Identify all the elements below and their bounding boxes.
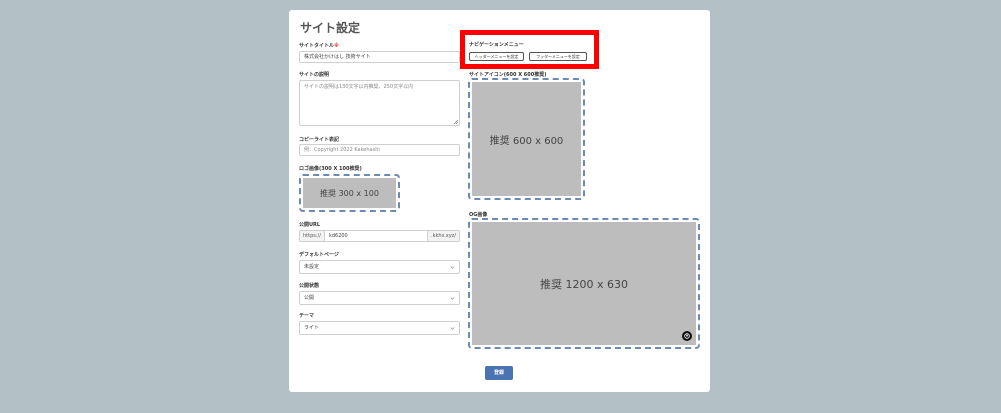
url-suffix: .kkhs.xyz/: [427, 231, 459, 241]
og-image-dropzone[interactable]: 推奨 1200 x 630: [468, 218, 700, 349]
logo-label: ロゴ画像(300 X 100推奨): [299, 166, 362, 172]
theme-value: ライト: [304, 325, 320, 331]
navigation-label: ナビゲーションメニュー: [469, 42, 524, 48]
logo-dropzone[interactable]: 推奨 300 x 100: [299, 174, 400, 212]
footer-menu-button[interactable]: フッターメニューを設定: [529, 52, 587, 61]
public-url-input[interactable]: kd6200: [325, 231, 427, 241]
public-url-group: https:// kd6200 .kkhs.xyz/: [299, 230, 460, 242]
copyright-input[interactable]: 例：Copyright 2022 Kakehashi: [299, 144, 460, 156]
site-icon-placeholder: 推奨 600 x 600: [472, 82, 581, 196]
required-mark: ※: [334, 43, 339, 49]
page-title: サイト設定: [300, 21, 361, 35]
site-title-label: サイトタイトル※: [299, 43, 339, 49]
logo-placeholder: 推奨 300 x 100: [303, 178, 396, 208]
url-prefix: https://: [300, 231, 325, 241]
site-title-label-text: サイトタイトル: [299, 43, 335, 49]
publish-status-select[interactable]: 公開: [299, 291, 460, 305]
site-description-label: サイトの説明: [299, 72, 330, 78]
site-icon-dropzone[interactable]: 推奨 600 x 600: [468, 78, 585, 200]
settings-card: サイト設定 サイトタイトル※ 株式会社かけはし 技術サイト サイトの説明 サイト…: [289, 10, 710, 392]
chevron-down-icon: [450, 327, 455, 330]
public-url-label: 公開URL: [299, 222, 321, 228]
publish-status-value: 公開: [304, 295, 315, 301]
chevron-down-icon: [450, 266, 455, 269]
default-page-select[interactable]: 未設定: [299, 260, 460, 274]
chevron-down-icon: [450, 297, 455, 300]
header-menu-button[interactable]: ヘッダーメニューを設定: [469, 52, 524, 61]
navigation-highlight-box: [460, 30, 599, 69]
upload-icon-glyph: [684, 333, 690, 339]
upload-icon[interactable]: [682, 331, 692, 341]
publish-status-label: 公開状態: [299, 283, 320, 289]
og-image-placeholder: 推奨 1200 x 630: [540, 277, 628, 291]
theme-label: テーマ: [299, 313, 315, 319]
submit-button[interactable]: 登録: [485, 366, 513, 380]
copyright-label: コピーライト表記: [299, 137, 340, 143]
site-title-input[interactable]: 株式会社かけはし 技術サイト: [299, 51, 460, 63]
resize-handle-icon[interactable]: [453, 119, 458, 124]
site-description-placeholder: サイトの説明は130文字以内推奨、250文字以内: [304, 84, 414, 90]
theme-select[interactable]: ライト: [299, 321, 460, 335]
site-description-textarea[interactable]: サイトの説明は130文字以内推奨、250文字以内: [299, 80, 460, 126]
og-image-area: 推奨 1200 x 630: [472, 222, 696, 345]
default-page-label: デフォルトページ: [299, 252, 339, 258]
default-page-value: 未設定: [304, 264, 320, 270]
